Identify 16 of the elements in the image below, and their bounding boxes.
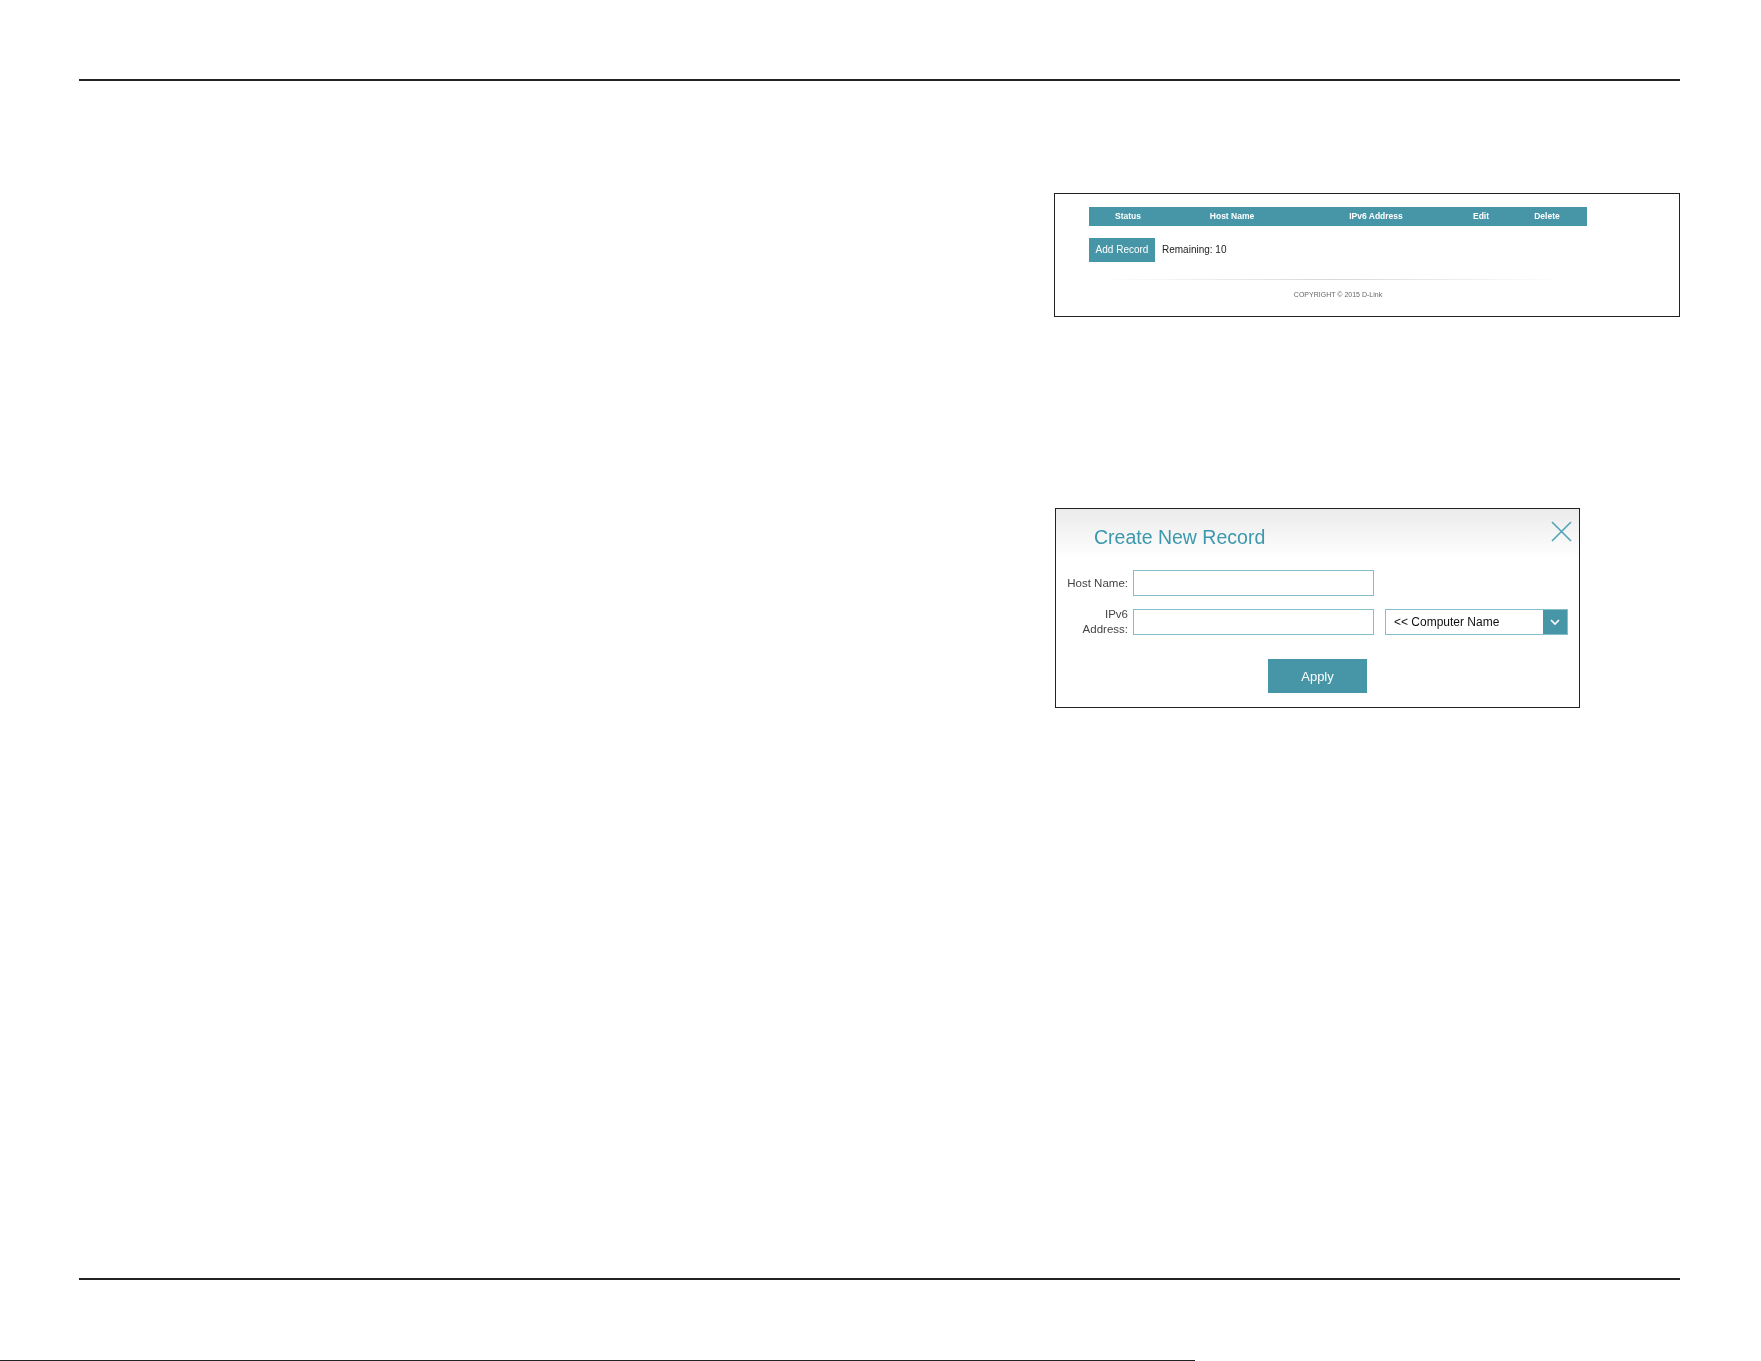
chevron-down-icon — [1543, 610, 1567, 634]
column-header: Edit — [1472, 212, 1490, 221]
add-record-button[interactable]: Add Record — [1089, 238, 1155, 262]
column-header: Delete — [1534, 212, 1560, 221]
column-header: Status — [1115, 212, 1141, 221]
dialog-title: Create New Record — [1094, 525, 1266, 549]
host-name-field[interactable] — [1133, 570, 1374, 596]
computer-name-select[interactable]: << Computer Name — [1385, 609, 1568, 635]
remaining-count: Remaining: 10 — [1162, 245, 1227, 255]
apply-button[interactable]: Apply — [1268, 659, 1367, 693]
field-label: Host Name: — [1066, 575, 1128, 591]
column-header: IPv6 Address — [1349, 212, 1403, 221]
close-icon[interactable] — [1551, 521, 1572, 542]
column-header: Host Name — [1209, 212, 1255, 221]
ipv6-address-field[interactable] — [1133, 609, 1374, 635]
field-label: IPv6 Address: — [1081, 607, 1128, 637]
